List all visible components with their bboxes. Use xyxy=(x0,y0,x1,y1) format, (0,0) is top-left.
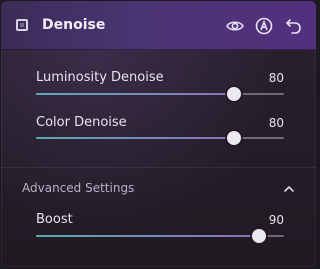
slider-thumb[interactable] xyxy=(227,131,242,145)
boost-label: Boost xyxy=(36,212,73,227)
luminosity-denoise-label: Luminosity Denoise xyxy=(36,70,164,85)
eye-icon[interactable] xyxy=(225,16,245,36)
slider-fill xyxy=(36,235,260,237)
slider-thumb[interactable] xyxy=(252,229,267,243)
chevron-up-icon[interactable] xyxy=(281,181,297,197)
slider-fill xyxy=(36,137,235,139)
panel-header[interactable]: Denoise xyxy=(1,1,316,50)
slider-fill xyxy=(36,93,235,95)
panel-title: Denoise xyxy=(42,17,106,33)
boost-slider[interactable] xyxy=(36,228,284,244)
undo-arrow-icon[interactable] xyxy=(284,16,304,36)
section-divider xyxy=(1,167,316,168)
luminosity-denoise-slider[interactable] xyxy=(36,86,284,102)
color-denoise-slider[interactable] xyxy=(36,130,284,146)
advanced-settings-title[interactable]: Advanced Settings xyxy=(22,181,134,195)
color-denoise-label: Color Denoise xyxy=(36,115,127,130)
denoise-square-icon xyxy=(16,19,28,31)
luminosity-denoise-value: 80 xyxy=(268,71,284,85)
denoise-panel: Denoise Luminosity Denoise 80 Color Deno… xyxy=(1,1,316,267)
color-denoise-value: 80 xyxy=(268,116,284,130)
boost-value: 90 xyxy=(268,213,284,227)
auto-a-icon[interactable] xyxy=(254,16,274,36)
slider-thumb[interactable] xyxy=(227,87,242,101)
